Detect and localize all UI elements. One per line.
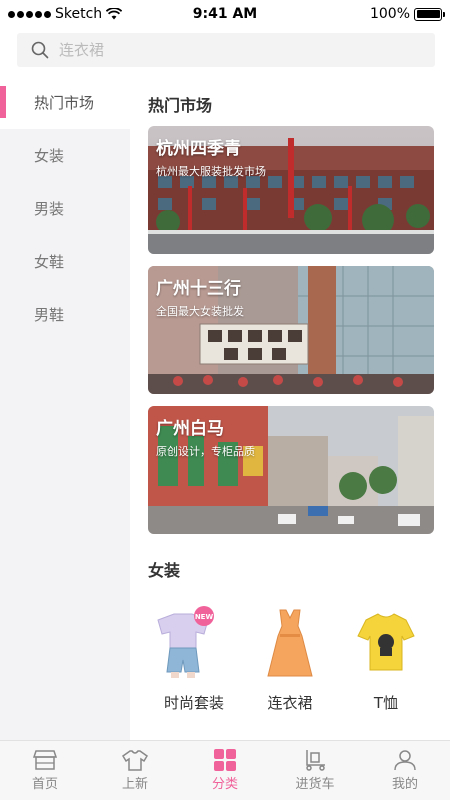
battery-fill xyxy=(416,10,440,18)
tab-profile[interactable]: 我的 xyxy=(360,741,450,800)
sidebar-item-label: 男鞋 xyxy=(34,306,65,324)
tab-label: 上新 xyxy=(121,777,148,792)
product-name: 连衣裙 xyxy=(267,694,313,712)
market-name: 广州白马 xyxy=(156,419,224,439)
market-name: 杭州四季青 xyxy=(156,139,241,159)
search-icon xyxy=(31,41,49,59)
wifi-icon xyxy=(106,8,123,20)
tab-cart[interactable]: 进货车 xyxy=(270,741,360,800)
sidebar-item-label: 女鞋 xyxy=(34,253,65,271)
battery-icon xyxy=(414,7,445,21)
product-item-suit[interactable]: NEW 时尚套装 xyxy=(144,606,244,712)
cart-icon xyxy=(306,750,325,771)
search-input[interactable] xyxy=(59,41,379,59)
status-bar: Sketch 9:41 AM 100% xyxy=(0,0,450,28)
signal-strength-icon xyxy=(8,10,51,18)
battery-percent: 100% xyxy=(369,6,410,22)
carrier-name: Sketch xyxy=(55,6,103,22)
category-sidebar: 热门市场 女装 男装 女鞋 男鞋 xyxy=(0,76,130,740)
market-card-baima[interactable]: 广州白马 原创设计，专柜品质 xyxy=(148,406,434,534)
search-bar[interactable] xyxy=(17,33,435,67)
product-name: 时尚套装 xyxy=(163,694,224,712)
market-label: 杭州四季青 杭州最大服装批发市场 xyxy=(156,134,266,179)
tab-label: 我的 xyxy=(391,777,418,792)
market-desc: 原创设计，专柜品质 xyxy=(156,445,255,458)
category-grid-icon xyxy=(214,749,236,771)
market-label: 广州白马 原创设计，专柜品质 xyxy=(156,414,255,459)
status-left: Sketch xyxy=(8,6,123,22)
new-badge: NEW xyxy=(195,613,214,621)
sidebar-item-womens[interactable]: 女装 xyxy=(0,129,130,182)
market-desc: 全国最大女装批发 xyxy=(156,305,244,318)
section-title-womens: 女装 xyxy=(148,561,181,580)
market-desc: 杭州最大服装批发市场 xyxy=(156,165,266,178)
market-name: 广州十三行 xyxy=(156,279,241,299)
sidebar-item-womens-shoes[interactable]: 女鞋 xyxy=(0,235,130,288)
tab-new-arrivals[interactable]: 上新 xyxy=(90,741,180,800)
product-item-tshirt[interactable]: T恤 xyxy=(336,606,436,712)
section-title-hot-market: 热门市场 xyxy=(148,96,213,115)
sidebar-item-label: 男装 xyxy=(34,200,65,218)
store-icon xyxy=(33,750,57,770)
sidebar-item-mens[interactable]: 男装 xyxy=(0,182,130,235)
tab-home[interactable]: 首页 xyxy=(0,741,90,800)
status-right: 100% xyxy=(369,6,445,22)
tab-category[interactable]: 分类 xyxy=(180,741,270,800)
shirt-icon xyxy=(122,750,148,771)
product-name: T恤 xyxy=(373,694,399,712)
tab-label: 分类 xyxy=(211,777,238,792)
market-label: 广州十三行 全国最大女装批发 xyxy=(156,274,244,319)
sidebar-item-label: 热门市场 xyxy=(34,94,95,112)
market-card-hangzhou[interactable]: 杭州四季青 杭州最大服装批发市场 xyxy=(148,126,434,254)
bottom-tab-bar: 首页 上新 分类 进货车 我的 xyxy=(0,740,450,800)
tab-label: 首页 xyxy=(31,777,58,792)
product-item-dress[interactable]: 连衣裙 xyxy=(240,606,340,712)
tshirt-image xyxy=(357,613,415,671)
market-card-shisanhang[interactable]: 广州十三行 全国最大女装批发 xyxy=(148,266,434,394)
outfit-image: NEW xyxy=(157,606,214,678)
tab-label: 进货车 xyxy=(295,777,335,792)
main-content: 热门市场 杭州四季青 杭州最大服装批发市场 广州十三行 全国最大女装批发 广州白… xyxy=(130,76,450,740)
sidebar-item-label: 女装 xyxy=(34,147,65,165)
sidebar-item-hot-market[interactable]: 热门市场 xyxy=(0,76,130,129)
user-icon xyxy=(394,750,416,771)
dress-image xyxy=(267,609,313,677)
sidebar-item-mens-shoes[interactable]: 男鞋 xyxy=(0,288,130,341)
